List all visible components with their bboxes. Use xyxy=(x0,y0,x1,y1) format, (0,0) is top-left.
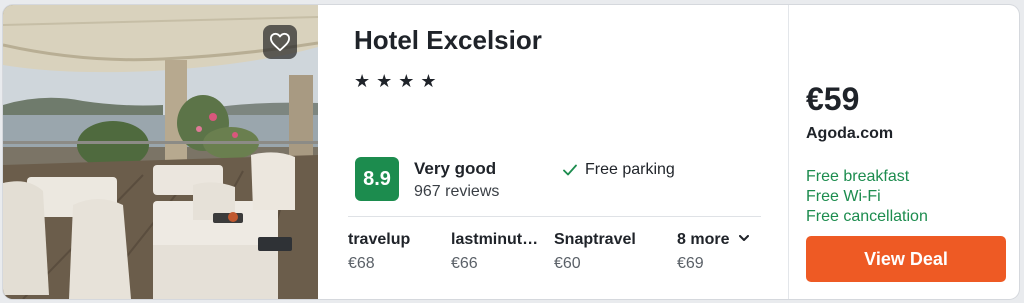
star-icon: ★ xyxy=(354,71,371,91)
chevron-down-icon xyxy=(738,235,749,241)
divider xyxy=(348,216,761,217)
provider-name: Snaptravel xyxy=(554,231,636,248)
provider-price: €66 xyxy=(451,255,478,272)
perk-free-cancellation: Free cancellation xyxy=(806,208,928,225)
hotel-photo[interactable] xyxy=(3,5,318,299)
rating-score-badge[interactable]: 8.9 xyxy=(355,157,399,201)
more-providers-label: 8 more xyxy=(677,231,749,249)
hotel-result-card[interactable]: Hotel Excelsior ★ ★ ★ ★ 8.9 Very good 96… xyxy=(3,5,1019,299)
review-count[interactable]: 967 reviews xyxy=(414,183,499,201)
star-rating: ★ ★ ★ ★ xyxy=(354,71,437,91)
star-icon: ★ xyxy=(398,71,415,91)
provider-price: €68 xyxy=(348,255,375,272)
favorite-button[interactable] xyxy=(263,25,297,59)
provider-travelup[interactable]: travelup €68 xyxy=(348,231,410,273)
provider-lastminute[interactable]: lastminut… €66 xyxy=(451,231,538,273)
star-icon: ★ xyxy=(376,71,393,91)
more-providers-dropdown[interactable]: 8 more €69 xyxy=(677,231,749,273)
perk-free-breakfast: Free breakfast xyxy=(806,168,910,185)
hotel-info: Hotel Excelsior ★ ★ ★ ★ 8.9 Very good 96… xyxy=(318,5,788,299)
deal-source: Agoda.com xyxy=(806,125,894,142)
more-providers-text: 8 more xyxy=(677,231,730,248)
amenity-label: Free parking xyxy=(585,161,675,178)
deal-panel: €59 Agoda.com Free breakfast Free Wi-Fi … xyxy=(789,5,1019,299)
provider-price: €60 xyxy=(554,255,581,272)
deal-perks: Free breakfast Free Wi-Fi Free cancellat… xyxy=(806,167,928,227)
provider-name: lastminut… xyxy=(451,231,539,248)
view-deal-button[interactable]: View Deal xyxy=(806,236,1006,282)
heart-outline-icon xyxy=(269,32,290,52)
provider-name: travelup xyxy=(348,231,411,248)
perk-free-wifi: Free Wi-Fi xyxy=(806,188,881,205)
amenity-free-parking: Free parking xyxy=(563,161,675,179)
rating-label: Very good xyxy=(414,159,497,178)
provider-price: €69 xyxy=(677,255,704,272)
star-icon: ★ xyxy=(420,71,437,91)
provider-snaptravel[interactable]: Snaptravel €60 xyxy=(554,231,636,273)
hotel-name[interactable]: Hotel Excelsior xyxy=(354,25,542,56)
checkmark-icon xyxy=(563,164,577,176)
provider-prices: travelup €68 lastminut… €66 Snaptravel €… xyxy=(348,231,768,281)
deal-price: €59 xyxy=(806,81,860,117)
